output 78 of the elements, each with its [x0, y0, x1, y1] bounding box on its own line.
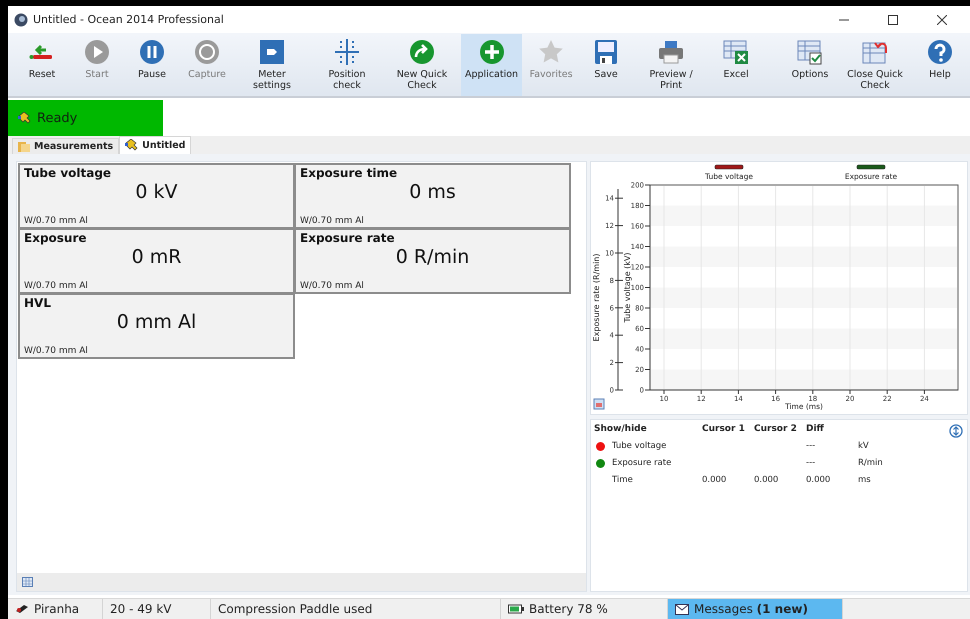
- maximize-icon: [888, 14, 898, 24]
- table-cell-text: ---: [806, 441, 816, 451]
- filter-label: W/0.70 mm Al: [300, 216, 364, 226]
- measurement-title: Exposure: [24, 231, 87, 245]
- device-icon: [15, 604, 29, 614]
- tab[interactable]: Measurements: [12, 138, 120, 154]
- table-cell: Exposure rate: [612, 458, 672, 468]
- probe-icon: [18, 112, 31, 124]
- toolbar-button[interactable]: Reset: [16, 34, 68, 96]
- forward-icon: [408, 38, 436, 66]
- expand-icon[interactable]: [949, 424, 963, 438]
- window-title: Untitled - Ocean 2014 Professional: [33, 13, 225, 26]
- close-icon: [937, 14, 947, 24]
- table-cell-text: 0.000: [702, 475, 728, 485]
- measurement-title: Tube voltage: [24, 166, 112, 180]
- meter-icon: [258, 38, 286, 66]
- column-header: Diff: [806, 424, 825, 434]
- table-icon[interactable]: [22, 577, 33, 587]
- pause-icon: [138, 38, 166, 66]
- folder-icon: [18, 141, 30, 152]
- status-text: Compression Paddle used: [218, 602, 372, 616]
- table-cell: Time: [612, 475, 633, 485]
- measurement-title: Exposure rate: [300, 231, 395, 245]
- toolbar-button[interactable]: Position check: [311, 34, 383, 96]
- app-icon: [14, 12, 28, 26]
- toolbar-button[interactable]: Application: [461, 34, 522, 96]
- toolbar-button[interactable]: Help: [914, 34, 966, 96]
- column-header: Cursor 1: [702, 424, 746, 434]
- series-dot[interactable]: [596, 442, 605, 450]
- status-text: Battery 78 %: [529, 602, 608, 616]
- tab[interactable]: Untitled: [119, 136, 192, 154]
- toolbar-button[interactable]: Close Quick Check: [839, 34, 911, 96]
- filter-label: W/0.70 mm Al: [24, 216, 88, 226]
- axis-title: Exposure rate (R/min): [592, 254, 601, 342]
- column-header: Cursor 2: [754, 424, 798, 434]
- toolbar-button[interactable]: Options: [784, 34, 836, 96]
- measurement-value: 0 ms: [409, 181, 456, 203]
- measurement-value: 0 mm Al: [116, 311, 196, 333]
- table-cell-text: ---: [806, 458, 816, 468]
- printer-icon: [657, 38, 686, 66]
- table-cell-text: ms: [858, 475, 872, 485]
- record-icon: [193, 38, 221, 66]
- table-cell-text: 0.000: [754, 475, 780, 485]
- toolbar-button[interactable]: Excel: [710, 34, 762, 96]
- table-cell-text: R/min: [858, 458, 884, 468]
- toolbar-button[interactable]: Meter settings: [236, 34, 308, 96]
- help-icon: [926, 38, 954, 66]
- table-cell-text: 0.000: [806, 475, 832, 485]
- filter-label: W/0.70 mm Al: [300, 281, 364, 291]
- crosshair-icon: [333, 38, 361, 66]
- messages-button[interactable]: Messages (1 new): [668, 599, 843, 619]
- measurement-value: 0 kV: [135, 181, 178, 203]
- options-icon: [796, 38, 824, 66]
- toolbar-button[interactable]: New Quick Check: [386, 34, 458, 96]
- axis-title: Tube voltage (kV): [623, 252, 632, 323]
- spreadsheet-icon: [722, 38, 750, 66]
- series-dot[interactable]: [596, 458, 605, 468]
- envelope-icon: [675, 604, 689, 614]
- status-text: 20 - 49 kV: [110, 602, 172, 616]
- measurement-title: HVL: [24, 296, 51, 310]
- status-text: Ready: [37, 110, 78, 126]
- filter-label: W/0.70 mm Al: [24, 346, 88, 356]
- status-text: Piranha: [34, 602, 80, 616]
- filter-label: W/0.70 mm Al: [24, 281, 88, 291]
- column-header: Show/hide: [594, 424, 648, 434]
- table-cell: Tube voltage: [612, 441, 666, 451]
- toolbar-button[interactable]: Pause: [126, 34, 178, 96]
- measurement-value: 0 R/min: [396, 246, 470, 268]
- measurement-title: Exposure time: [300, 166, 398, 180]
- play-icon: [83, 38, 111, 66]
- toolbar-button[interactable]: Preview / Print: [635, 34, 708, 96]
- chart-settings-icon[interactable]: [594, 398, 604, 410]
- battery-icon: [508, 604, 524, 614]
- measurement-value: 0 mR: [132, 246, 182, 268]
- toolbar-button[interactable]: Save: [580, 34, 632, 96]
- probe-icon: [125, 139, 138, 152]
- table-cell-text: kV: [858, 441, 870, 451]
- plus-icon: [478, 38, 506, 66]
